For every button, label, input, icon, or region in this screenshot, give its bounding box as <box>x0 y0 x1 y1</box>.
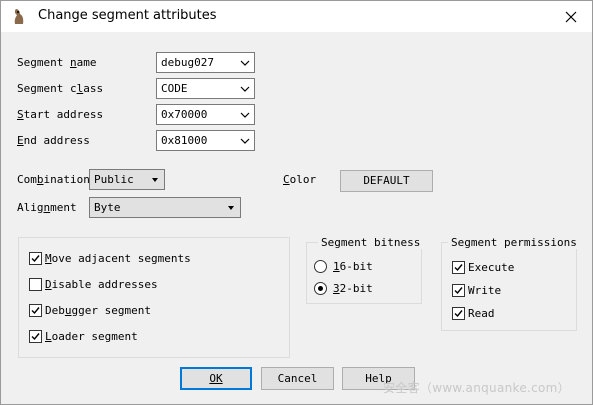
start-address-label: Start address <box>17 108 104 121</box>
segment-name-label: Segment name <box>17 56 97 69</box>
ida-app-icon <box>9 7 29 27</box>
combination-select[interactable]: Public <box>89 169 165 190</box>
move-adjacent-label: Move adjacent segments <box>45 252 191 265</box>
dialog-window: Change segment attributes Segment name d… <box>0 0 593 405</box>
title-bar: Change segment attributes <box>1 1 592 32</box>
chevron-down-icon <box>240 112 250 118</box>
start-address-value: 0x70000 <box>161 108 208 121</box>
segment-class-value: CODE <box>161 82 188 95</box>
chevron-down-icon <box>240 60 250 66</box>
segment-class-label: Segment class <box>17 82 104 95</box>
execute-checkbox[interactable] <box>452 261 465 274</box>
checkmark-icon <box>454 264 463 272</box>
move-adjacent-checkbox[interactable] <box>29 252 42 265</box>
chevron-down-icon <box>240 86 250 92</box>
cancel-button[interactable]: Cancel <box>261 367 334 390</box>
execute-label: Execute <box>468 261 515 274</box>
combination-value: Public <box>94 173 134 186</box>
loader-segment-checkbox[interactable] <box>29 330 42 343</box>
write-checkbox[interactable] <box>452 284 465 297</box>
end-address-combo[interactable]: 0x81000 <box>156 130 255 151</box>
checkmark-icon <box>31 333 40 341</box>
color-button[interactable]: DEFAULT <box>340 170 433 192</box>
debugger-segment-checkbox[interactable] <box>29 304 42 317</box>
checkmark-icon <box>454 287 463 295</box>
bitness-16-radio[interactable] <box>314 260 327 273</box>
debugger-segment-label: Debugger segment <box>45 304 151 317</box>
radio-selected-dot <box>318 286 323 291</box>
bitness-16-label: 16-bit <box>333 260 373 273</box>
dropdown-arrow-icon <box>228 206 234 210</box>
segment-class-combo[interactable]: CODE <box>156 78 255 99</box>
write-label: Write <box>468 284 502 297</box>
end-address-label: End address <box>17 134 90 147</box>
disable-addresses-checkbox[interactable] <box>29 278 42 291</box>
ok-button[interactable]: OK <box>180 367 252 390</box>
chevron-down-icon <box>240 138 250 144</box>
bitness-group-title: Segment bitness <box>318 236 424 249</box>
combination-label: Combination <box>17 173 90 186</box>
checkmark-icon <box>31 307 40 315</box>
end-address-value: 0x81000 <box>161 134 208 147</box>
checkmark-icon <box>454 310 463 318</box>
color-label: Color <box>283 173 317 186</box>
start-address-combo[interactable]: 0x70000 <box>156 104 255 125</box>
loader-segment-label: Loader segment <box>45 330 138 343</box>
close-icon <box>565 11 576 22</box>
bitness-32-radio[interactable] <box>314 282 327 295</box>
alignment-label: Alignment <box>17 201 77 214</box>
checkmark-icon <box>31 255 40 263</box>
alignment-value: Byte <box>94 201 121 214</box>
dropdown-arrow-icon <box>152 178 158 182</box>
read-label: Read <box>468 307 495 320</box>
close-button[interactable] <box>549 1 592 32</box>
segment-name-value: debug027 <box>161 56 214 69</box>
bitness-32-label: 32-bit <box>333 282 373 295</box>
segment-name-combo[interactable]: debug027 <box>156 52 255 73</box>
read-checkbox[interactable] <box>452 307 465 320</box>
window-title: Change segment attributes <box>38 8 217 23</box>
disable-addresses-label: Disable addresses <box>45 278 158 291</box>
watermark-text: 安全客（www.anquanke.com） <box>383 381 570 395</box>
alignment-select[interactable]: Byte <box>89 197 241 218</box>
permissions-group-title: Segment permissions <box>448 236 580 249</box>
ok-button-label: OK <box>209 372 223 385</box>
